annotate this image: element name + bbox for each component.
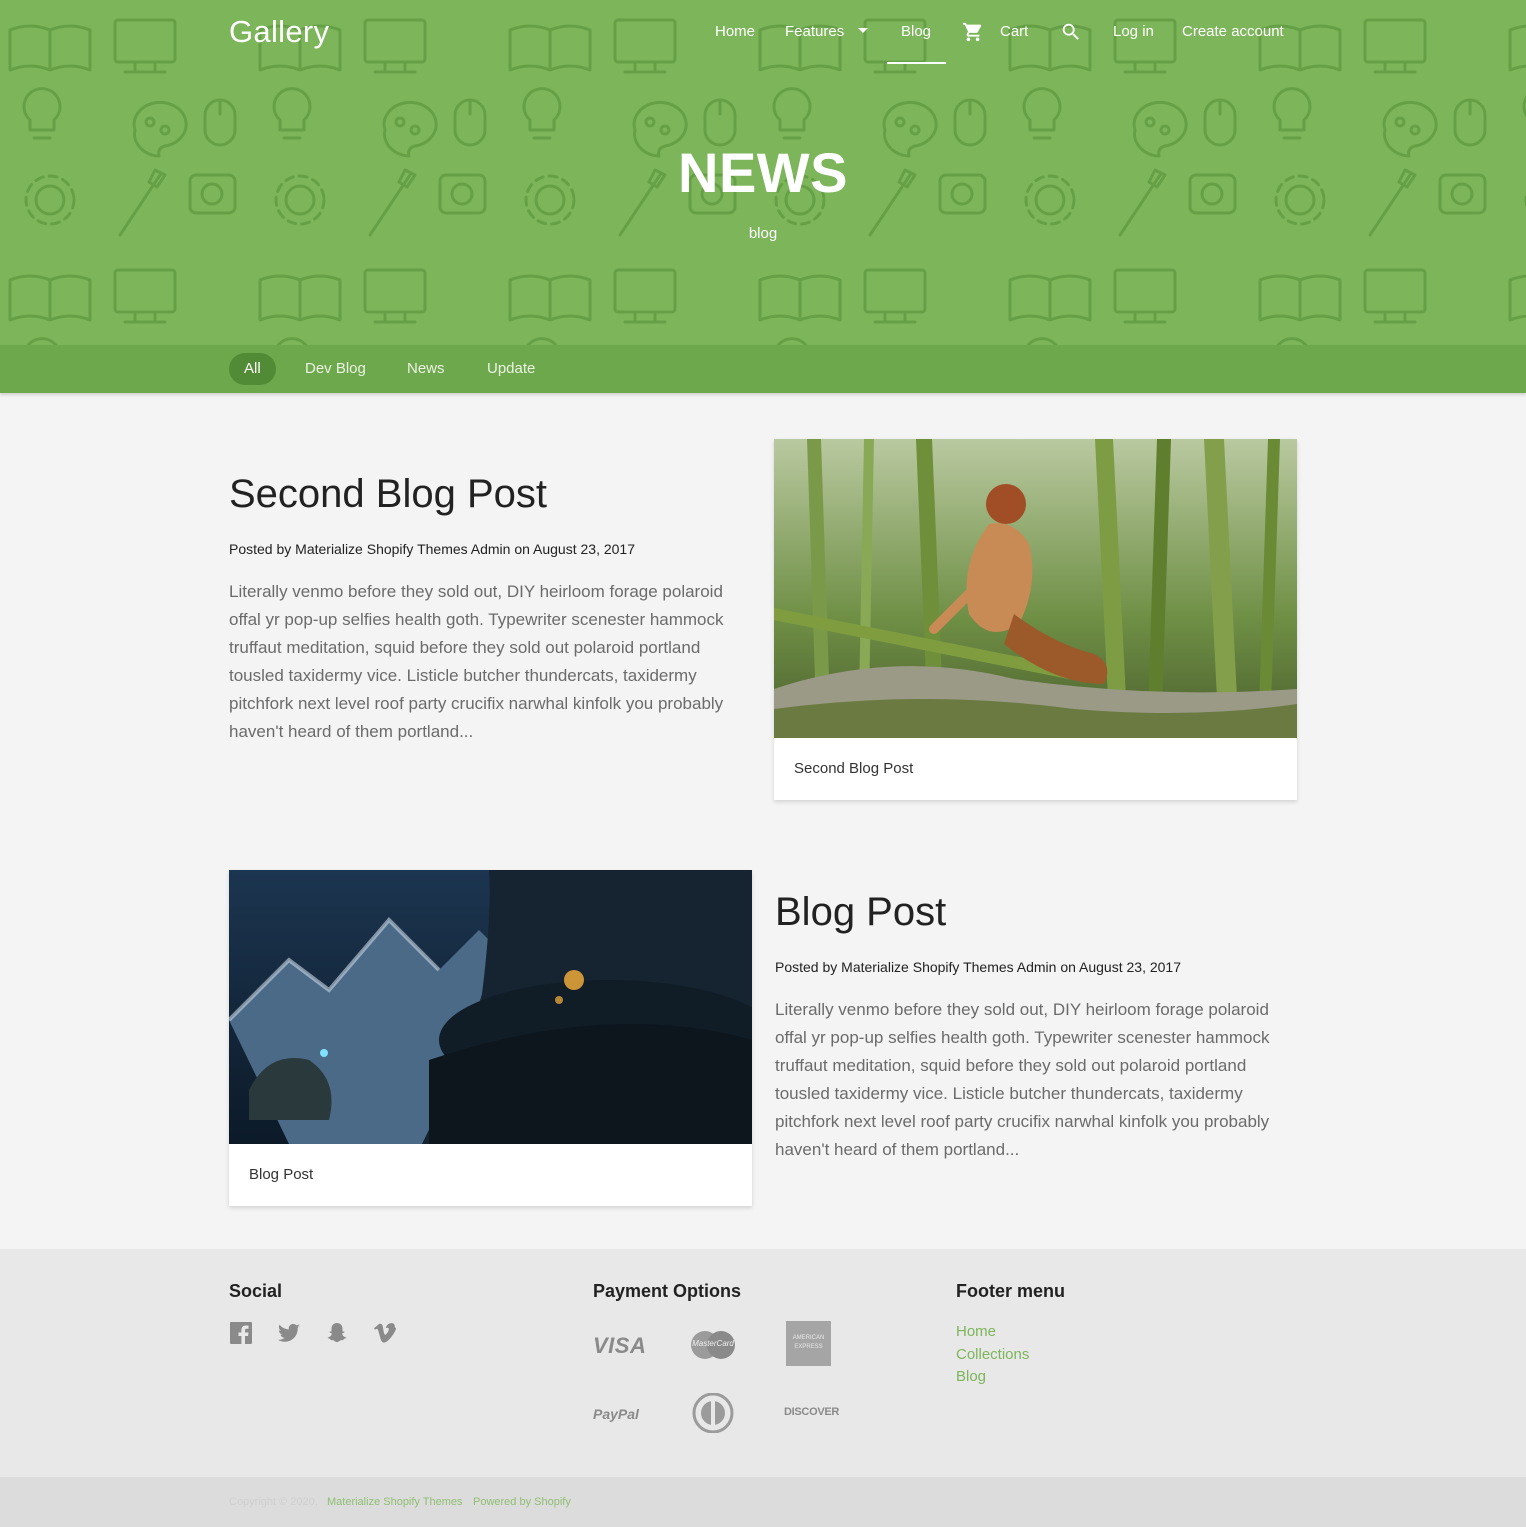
post-excerpt: Literally venmo before they sold out, DI… — [775, 1000, 1270, 1159]
amex-label-line1: AMERICAN — [792, 1335, 825, 1341]
nav-home[interactable]: Home — [715, 0, 755, 64]
theme-link[interactable]: Materialize Shopify Themes — [327, 1496, 463, 1508]
tab-dev-blog[interactable]: Dev Blog — [305, 353, 366, 385]
page-title: NEWS — [678, 141, 848, 204]
post-image — [229, 870, 752, 1144]
post-excerpt: Literally venmo before they sold out, DI… — [229, 582, 724, 741]
copyright-text: Copyright © 2020, — [229, 1496, 318, 1508]
amex-label-line2: EXPRESS — [794, 1344, 823, 1350]
twitter-icon[interactable] — [277, 1321, 301, 1345]
search-icon[interactable] — [1060, 21, 1082, 48]
footer-link-collections[interactable]: Collections — [956, 1346, 1029, 1363]
paypal-icon: PayPal — [593, 1406, 639, 1422]
hero-header: Gallery Home Features Blog Cart Log in C… — [0, 0, 1526, 345]
cart-icon[interactable] — [962, 21, 984, 48]
post-image-card[interactable]: Blog Post — [229, 870, 752, 1206]
mastercard-label: MasterCard — [692, 1339, 734, 1348]
tab-update[interactable]: Update — [487, 353, 535, 385]
discover-icon: DISCOVER — [784, 1406, 840, 1418]
caret-down-icon — [858, 28, 869, 34]
post-image-caption: Blog Post — [249, 1166, 314, 1183]
brand-logo[interactable]: Gallery — [229, 14, 329, 50]
mastercard-icon: MasterCard — [689, 1330, 737, 1360]
post-title[interactable]: Blog Post — [775, 890, 946, 935]
tab-all[interactable]: All — [229, 353, 276, 385]
footer-link-blog[interactable]: Blog — [956, 1368, 986, 1385]
post-image-caption: Second Blog Post — [794, 760, 914, 777]
site-footer: Social Payment Options VISA MasterCard A… — [0, 1249, 1526, 1477]
post-title[interactable]: Second Blog Post — [229, 472, 547, 517]
vimeo-icon[interactable] — [373, 1321, 397, 1345]
social-heading: Social — [229, 1281, 283, 1301]
footer-link-home[interactable]: Home — [956, 1323, 996, 1340]
main-nav: Home Features Blog Cart Log in Create ac… — [700, 0, 1300, 64]
tab-news[interactable]: News — [407, 353, 445, 385]
powered-by-link[interactable]: Powered by Shopify — [473, 1496, 571, 1508]
post-image — [774, 439, 1297, 738]
nav-create-account[interactable]: Create account — [1182, 0, 1284, 64]
visa-icon: VISA — [593, 1333, 647, 1358]
nav-cart[interactable]: Cart — [1000, 0, 1028, 64]
diners-club-icon — [691, 1392, 735, 1438]
page-subtitle: blog — [748, 225, 778, 242]
copyright-bar: Copyright © 2020, Materialize Shopify Th… — [0, 1477, 1526, 1527]
amex-icon: AMERICAN EXPRESS — [786, 1321, 831, 1366]
post-meta: Posted by Materialize Shopify Themes Adm… — [775, 959, 1181, 975]
snapchat-icon[interactable] — [325, 1321, 349, 1345]
footer-menu-heading: Footer menu — [956, 1281, 1066, 1301]
nav-blog[interactable]: Blog — [886, 0, 947, 64]
payment-heading: Payment Options — [593, 1281, 742, 1301]
facebook-icon[interactable] — [229, 1321, 253, 1345]
nav-features[interactable]: Features — [785, 0, 869, 64]
nav-login[interactable]: Log in — [1113, 0, 1154, 64]
post-image-card[interactable]: Second Blog Post — [774, 439, 1297, 800]
blog-tag-tabs: All Dev Blog News Update — [0, 345, 1526, 393]
post-meta: Posted by Materialize Shopify Themes Adm… — [229, 541, 635, 557]
nav-features-label: Features — [785, 23, 845, 40]
